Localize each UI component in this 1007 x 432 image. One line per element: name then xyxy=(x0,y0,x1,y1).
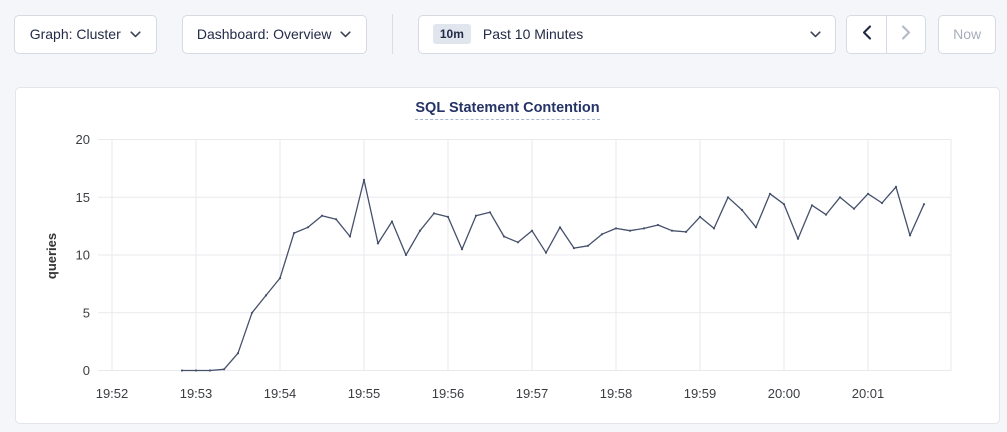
dashboard-dropdown[interactable]: Dashboard: Overview xyxy=(182,15,367,54)
svg-text:19:53: 19:53 xyxy=(180,386,213,401)
toolbar: Graph: Cluster Dashboard: Overview 10m P… xyxy=(0,0,1007,54)
next-time-button[interactable] xyxy=(886,16,925,53)
graph-dropdown[interactable]: Graph: Cluster xyxy=(14,15,157,54)
svg-text:19:57: 19:57 xyxy=(516,386,549,401)
chart-plot-area[interactable]: 0 5 10 15 20 19:52 19:53 19:54 19:55 19:56 19:57 19… xyxy=(16,88,1001,425)
svg-text:19:55: 19:55 xyxy=(348,386,381,401)
graph-dropdown-label: Graph: Cluster xyxy=(30,26,121,42)
chevron-left-icon xyxy=(862,25,872,43)
time-pager xyxy=(846,15,926,54)
time-range-badge: 10m xyxy=(433,24,471,44)
prev-time-button[interactable] xyxy=(847,16,886,53)
svg-text:20:00: 20:00 xyxy=(768,386,801,401)
svg-text:20: 20 xyxy=(76,132,90,147)
svg-text:0: 0 xyxy=(83,363,90,378)
svg-text:19:56: 19:56 xyxy=(432,386,465,401)
time-range-picker[interactable]: 10m Past 10 Minutes xyxy=(418,15,837,54)
svg-text:19:54: 19:54 xyxy=(264,386,297,401)
chevron-right-icon xyxy=(901,25,911,43)
now-button[interactable]: Now xyxy=(938,15,996,54)
svg-text:19:58: 19:58 xyxy=(600,386,633,401)
svg-text:10: 10 xyxy=(76,248,90,263)
svg-text:19:59: 19:59 xyxy=(684,386,717,401)
now-button-label: Now xyxy=(953,26,981,42)
time-range-label: Past 10 Minutes xyxy=(483,26,583,42)
chart-panel: 0 5 10 15 20 19:52 19:53 19:54 19:55 19:56 19:57 19… xyxy=(15,87,1000,424)
dashboard-dropdown-label: Dashboard: Overview xyxy=(197,26,332,42)
svg-text:5: 5 xyxy=(83,305,90,320)
svg-text:20:01: 20:01 xyxy=(852,386,885,401)
chevron-down-icon xyxy=(810,31,821,38)
svg-text:15: 15 xyxy=(76,190,90,205)
chevron-down-icon xyxy=(340,31,351,38)
svg-text:queries: queries xyxy=(44,233,59,279)
chevron-down-icon xyxy=(130,31,141,38)
chart-title[interactable]: SQL Statement Contention xyxy=(415,100,599,120)
svg-text:19:52: 19:52 xyxy=(96,386,129,401)
toolbar-divider xyxy=(392,14,393,54)
